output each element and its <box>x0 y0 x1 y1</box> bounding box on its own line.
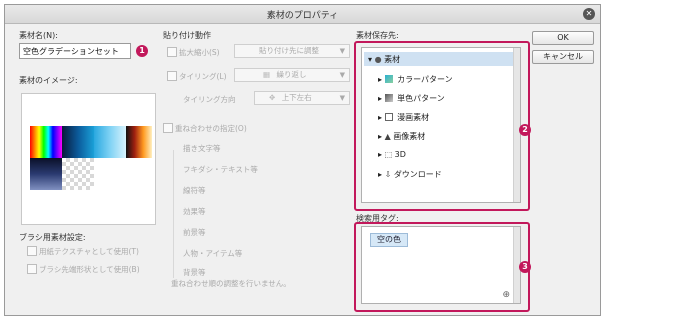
scale-select[interactable]: 貼り付け先に調整 ▼ <box>234 44 350 58</box>
direction-icon: ✥ <box>269 93 276 102</box>
folder-icon: ● <box>374 55 382 64</box>
tiling-pattern-icon: ▦ <box>263 70 271 79</box>
tiling-select-value: 繰り返し <box>276 70 307 79</box>
expand-arrow-icon: ▸ <box>378 113 383 122</box>
tree-item-manga[interactable]: ▸ 漫画素材 <box>378 112 429 123</box>
download-icon: ⇩ <box>384 170 392 179</box>
tree-item-mono-pattern[interactable]: ▸ 単色パターン <box>378 93 445 104</box>
overlap-item: フキダシ・テキスト等 <box>183 165 258 174</box>
scale-checkbox[interactable] <box>167 47 177 57</box>
paper-texture-checkbox[interactable] <box>27 246 37 256</box>
cube-icon: ⬚ <box>384 150 393 159</box>
chevron-down-icon: ▼ <box>339 71 345 79</box>
swatch-sky-blue <box>94 126 126 158</box>
search-tags-box[interactable]: 空の色 ⊕ <box>361 226 521 304</box>
brush-tip-checkbox[interactable] <box>27 264 37 274</box>
overlap-item: 線符等 <box>183 186 206 195</box>
ok-button[interactable]: OK <box>532 31 594 45</box>
expand-arrow-icon: ▸ <box>378 170 383 179</box>
material-name-label: 素材名(N): <box>19 31 58 40</box>
material-image-label: 素材のイメージ: <box>19 76 78 85</box>
paper-texture-label: 用紙テクスチャとして使用(T) <box>39 247 139 256</box>
title-bar: 素材のプロパティ ✕ <box>5 5 600 24</box>
expand-arrow-icon: ▸ <box>378 94 383 103</box>
marker-1: 1 <box>136 45 148 57</box>
manga-icon <box>384 113 393 121</box>
expand-arrow-icon: ▾ <box>368 55 373 64</box>
swatch-night <box>30 158 62 190</box>
overlap-note: 重ね合わせ順の調整を行いません。 <box>171 279 291 288</box>
chevron-down-icon: ▼ <box>339 47 345 55</box>
brush-tip-label: ブラシ先端形状として使用(B) <box>39 265 140 274</box>
swatch-rainbow <box>30 126 62 158</box>
expand-arrow-icon: ▸ <box>378 150 383 159</box>
marker-3: 3 <box>519 261 531 273</box>
scale-label: 拡大縮小(S) <box>179 48 220 57</box>
overlap-item: 人物・アイテム等 <box>183 249 243 258</box>
tree-item-label: 画像素材 <box>393 132 426 141</box>
tree-item-color-pattern[interactable]: ▸ カラーパターン <box>378 74 453 85</box>
tag-chip[interactable]: 空の色 <box>370 233 408 247</box>
expand-arrow-icon: ▸ <box>378 75 383 84</box>
overlap-item: 効果等 <box>183 207 206 216</box>
tree-scrollbar[interactable] <box>513 48 520 202</box>
cancel-button[interactable]: キャンセル <box>532 50 594 64</box>
overlap-item: 描き文字等 <box>183 144 221 153</box>
overlap-item: 背景等 <box>183 268 206 277</box>
close-icon[interactable]: ✕ <box>583 8 595 20</box>
chevron-down-icon: ▼ <box>339 94 345 102</box>
tiling-label: タイリング(L) <box>179 72 227 81</box>
overlap-item: 前景等 <box>183 228 206 237</box>
add-tag-icon[interactable]: ⊕ <box>502 290 510 300</box>
material-folder-tree: ▾ ● 素材 ▸ カラーパターン ▸ 単色パターン ▸ 漫画素材 ▸ ▲ 画像素… <box>361 47 521 203</box>
color-pattern-icon <box>384 75 393 83</box>
tree-item-download[interactable]: ▸ ⇩ ダウンロード <box>378 169 442 180</box>
tree-item-label: 単色パターン <box>397 94 445 103</box>
swatch-deep-blue <box>62 126 94 158</box>
material-image-preview <box>21 93 156 225</box>
brush-settings-label: ブラシ用素材設定: <box>19 233 86 242</box>
tree-item-label: 3D <box>394 150 406 159</box>
tiling-direction-select[interactable]: ✥ 上下左右 ▼ <box>254 91 350 105</box>
marker-2: 2 <box>519 124 531 136</box>
scale-select-value: 貼り付け先に調整 <box>259 46 319 55</box>
tree-item-image[interactable]: ▸ ▲ 画像素材 <box>378 131 425 142</box>
tiling-direction-label: タイリング方向 <box>183 95 236 104</box>
image-icon: ▲ <box>384 132 391 141</box>
material-name-input[interactable]: 空色グラデーションセット <box>19 43 131 59</box>
tiling-direction-value: 上下左右 <box>281 93 312 102</box>
window-title: 素材のプロパティ <box>266 11 339 21</box>
expand-arrow-icon: ▸ <box>378 132 383 141</box>
tree-item-label: 漫画素材 <box>397 113 430 122</box>
material-properties-dialog: 素材のプロパティ ✕ 素材名(N): 空色グラデーションセット 1 素材のイメー… <box>4 4 601 316</box>
tree-item-label: カラーパターン <box>397 75 453 84</box>
overlap-checkbox[interactable] <box>163 123 173 133</box>
tree-item-root[interactable]: ▾ ● 素材 <box>368 54 400 65</box>
tree-item-label: ダウンロード <box>393 170 442 179</box>
paste-action-header: 貼り付け動作 <box>163 31 211 40</box>
tree-item-label: 素材 <box>384 55 401 64</box>
overlap-label: 重ね合わせの指定(O) <box>175 124 247 133</box>
tiling-checkbox[interactable] <box>167 71 177 81</box>
swatch-transparent <box>62 158 94 190</box>
mono-pattern-icon <box>384 94 393 102</box>
tiling-select[interactable]: ▦ 繰り返し ▼ <box>234 68 350 82</box>
save-destination-label: 素材保存先: <box>356 31 399 40</box>
overlap-divider <box>173 150 174 278</box>
tree-item-3d[interactable]: ▸ ⬚ 3D <box>378 150 406 159</box>
swatch-sunset <box>126 126 152 158</box>
